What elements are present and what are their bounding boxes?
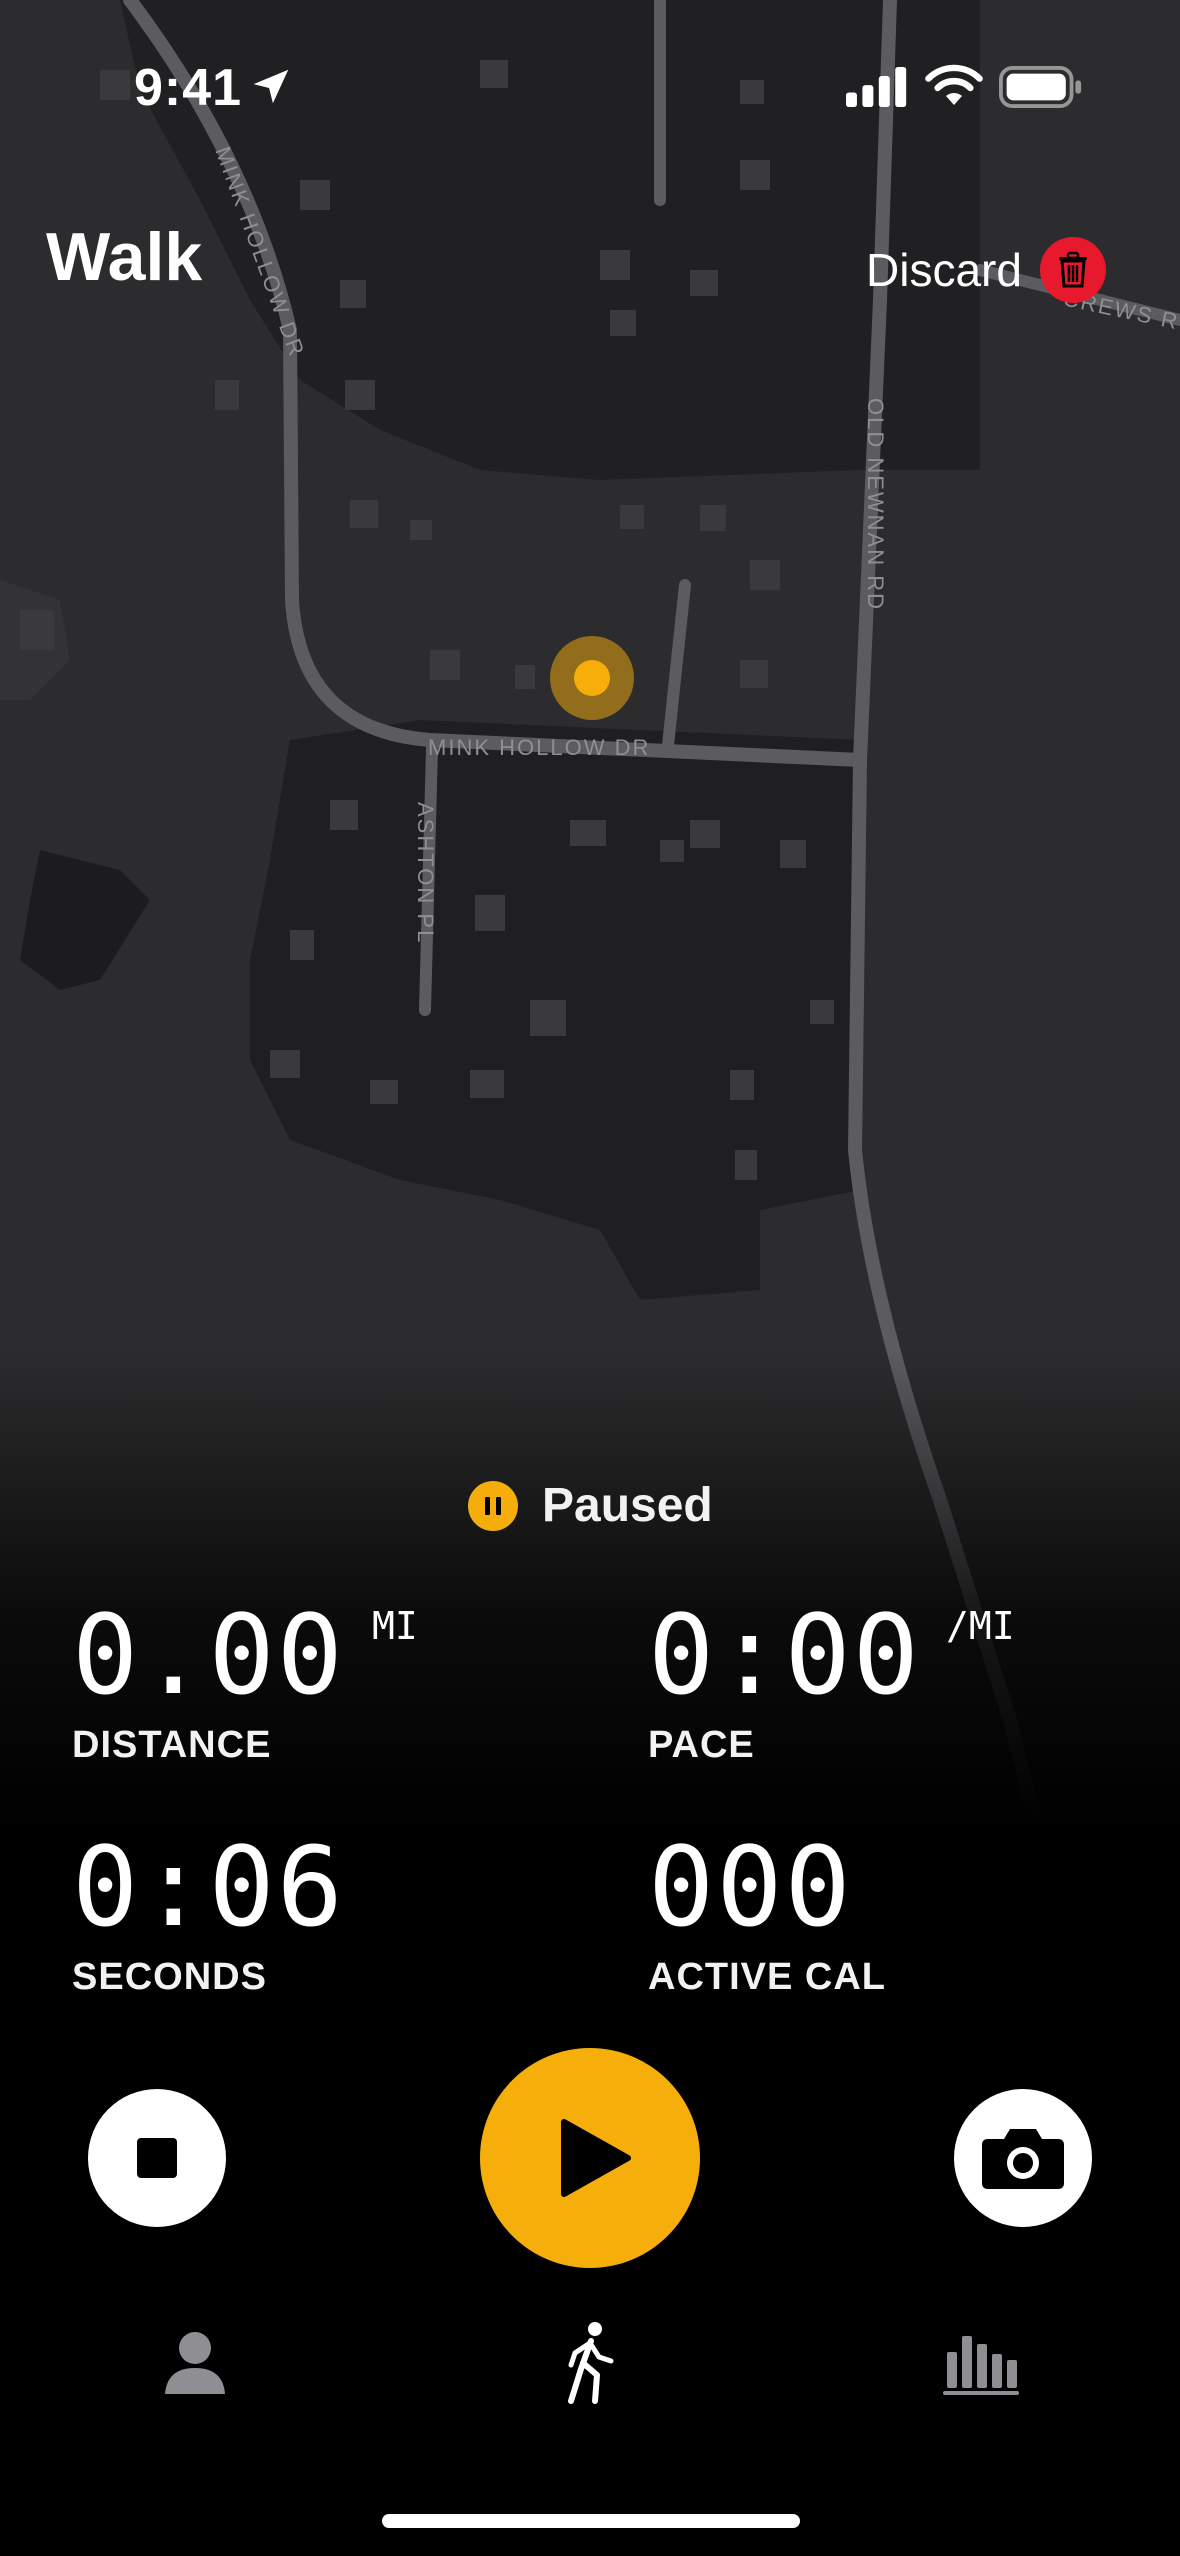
wifi-icon bbox=[925, 64, 983, 105]
metric-unit: MI bbox=[372, 1604, 418, 1648]
discard-label: Discard bbox=[866, 244, 1022, 296]
street-label: OLD NEWNAN RD bbox=[863, 398, 888, 611]
paused-label: Paused bbox=[542, 1479, 713, 1532]
home-indicator[interactable] bbox=[382, 2514, 800, 2528]
battery-icon bbox=[999, 66, 1082, 108]
stop-icon bbox=[137, 2138, 177, 2178]
trash-icon bbox=[1039, 237, 1106, 303]
pause-icon bbox=[468, 1480, 518, 1531]
stop-button[interactable] bbox=[88, 2089, 226, 2227]
tab-walk[interactable] bbox=[544, 2318, 634, 2408]
metric-label: PACE bbox=[648, 1724, 755, 1766]
tab-stats[interactable] bbox=[936, 2318, 1026, 2408]
camera-icon bbox=[982, 2129, 1064, 2189]
resume-button[interactable] bbox=[480, 2048, 700, 2268]
metric-label: ACTIVE CAL bbox=[648, 1956, 886, 1998]
metric-unit: /MI bbox=[946, 1604, 1015, 1648]
play-icon bbox=[561, 2119, 631, 2197]
metric-pace: 0:00 /MI PACE bbox=[648, 1591, 1015, 1767]
camera-button[interactable] bbox=[954, 2089, 1092, 2227]
status-time: 9:41 bbox=[134, 59, 243, 117]
street-label: MINK HOLLOW DR bbox=[428, 735, 650, 760]
chart-icon bbox=[943, 2336, 1019, 2395]
metric-value: 0.00 bbox=[72, 1591, 345, 1719]
street-label: ASHTON PL bbox=[413, 802, 438, 944]
metric-distance: 0.00 MI DISTANCE bbox=[72, 1591, 418, 1767]
discard-button[interactable]: Discard bbox=[866, 237, 1106, 303]
page-title: Walk bbox=[46, 219, 203, 295]
location-marker bbox=[574, 660, 610, 696]
metric-active-cal: 000 ACTIVE CAL bbox=[648, 1832, 886, 1999]
metric-value: 0:06 bbox=[72, 1823, 345, 1951]
metric-value: 000 bbox=[648, 1823, 853, 1951]
walking-icon bbox=[568, 2322, 614, 2404]
location-arrow-icon bbox=[253, 69, 289, 104]
tab-profile[interactable] bbox=[150, 2318, 240, 2408]
metric-label: DISTANCE bbox=[72, 1724, 272, 1766]
status-bar: 9:41 bbox=[0, 0, 1180, 170]
person-icon bbox=[165, 2332, 225, 2394]
metric-seconds: 0:06 SECONDS bbox=[72, 1832, 345, 1999]
cellular-signal-icon bbox=[846, 66, 907, 108]
metric-label: SECONDS bbox=[72, 1956, 267, 1998]
paused-indicator: Paused bbox=[468, 1478, 713, 1533]
metric-value: 0:00 bbox=[648, 1591, 921, 1719]
